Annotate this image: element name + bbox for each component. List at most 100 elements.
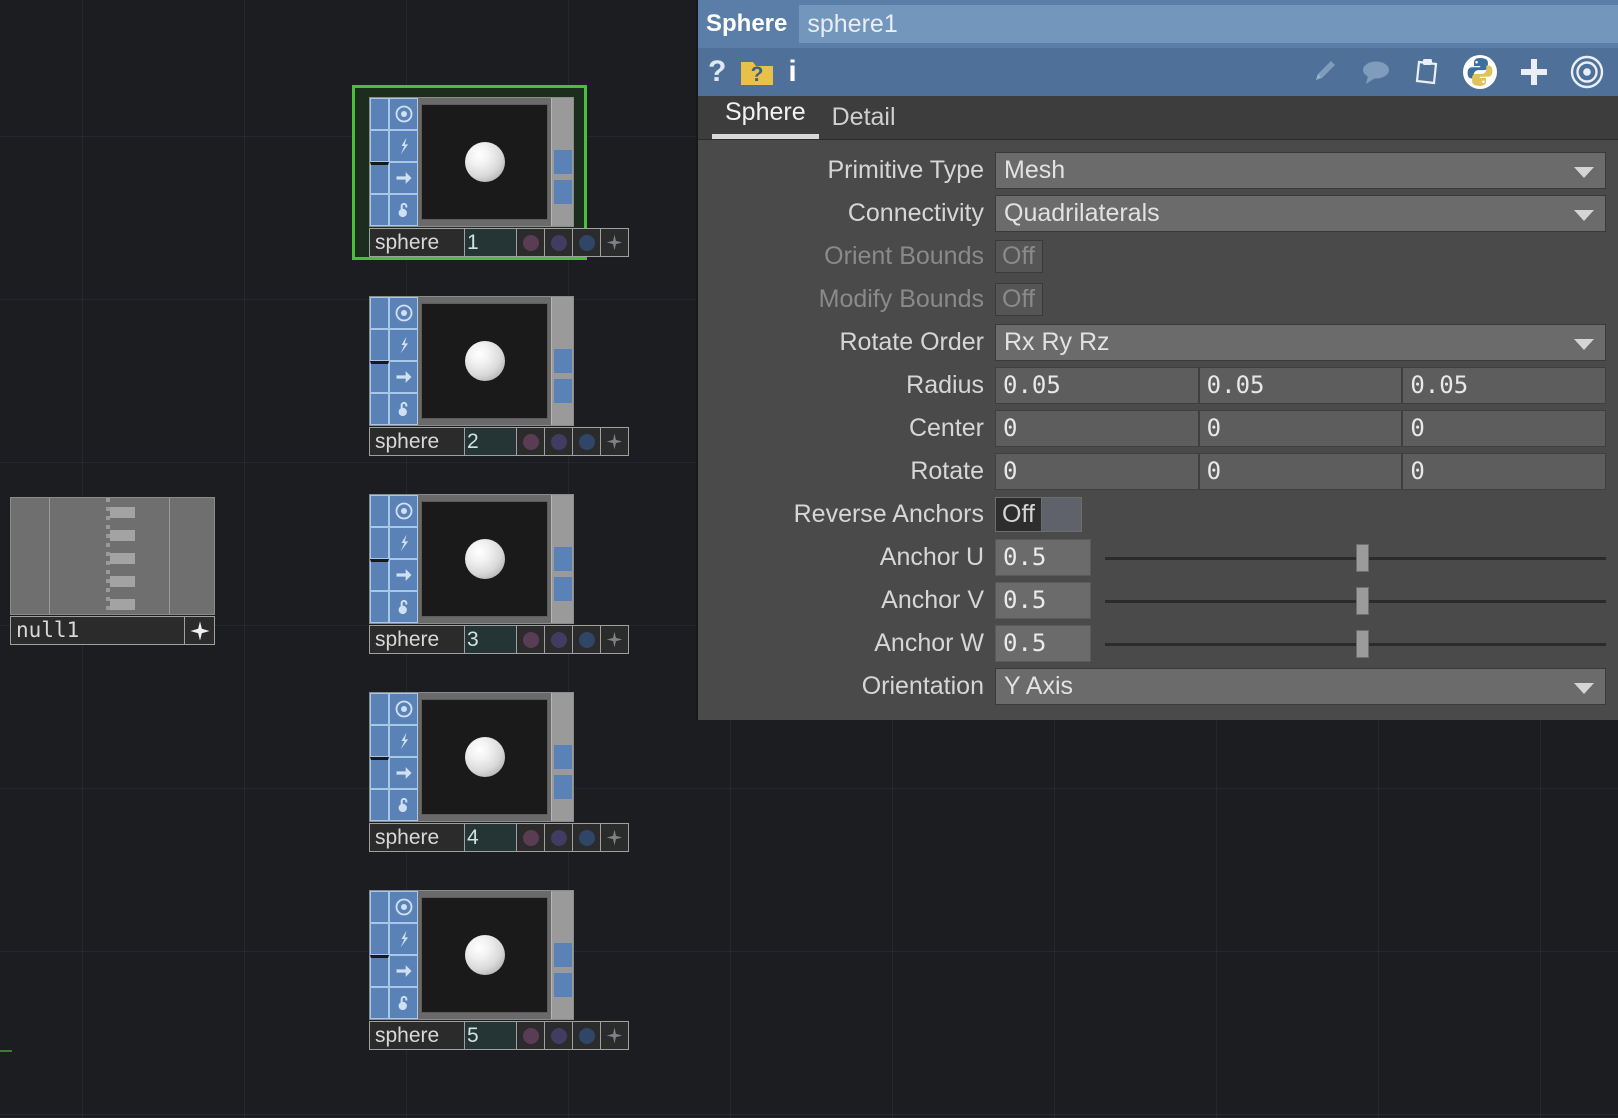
node-input-connector[interactable] (370, 757, 389, 789)
node-input-connector[interactable] (370, 987, 389, 1019)
node-sphere1[interactable]: sphere 1 (352, 85, 629, 260)
arrow-right-icon[interactable] (389, 559, 418, 591)
node-badge[interactable] (517, 625, 545, 654)
node-sphere4[interactable]: sphere 4 (369, 692, 629, 852)
node-badge[interactable] (545, 1021, 573, 1050)
lock-icon[interactable] (389, 987, 418, 1019)
node-badge[interactable] (545, 228, 573, 257)
comment-icon[interactable] (1360, 57, 1392, 87)
target-icon[interactable] (389, 297, 418, 329)
node-output-connector[interactable] (554, 577, 572, 601)
node-output-connector[interactable] (554, 943, 572, 967)
node-body[interactable] (369, 494, 574, 624)
node-input-connector[interactable] (370, 923, 389, 955)
node-sphere5[interactable]: sphere 5 (369, 890, 629, 1050)
node-badge[interactable] (517, 1021, 545, 1050)
node-badge[interactable] (573, 625, 601, 654)
node-output-connector[interactable] (554, 180, 572, 204)
node-thumbnail[interactable] (421, 501, 548, 617)
arrow-right-icon[interactable] (389, 757, 418, 789)
node-input-connector[interactable] (370, 98, 389, 130)
arrow-right-icon[interactable] (389, 955, 418, 987)
rotate-y-input[interactable]: 0 (1198, 453, 1403, 490)
help-folder-icon[interactable]: ? (740, 57, 774, 87)
sparkle-icon[interactable] (601, 625, 629, 654)
node-badge[interactable] (517, 823, 545, 852)
slider-handle[interactable] (1355, 629, 1369, 658)
node-badge[interactable] (545, 823, 573, 852)
center-y-input[interactable]: 0 (1198, 410, 1403, 447)
node-input-connector[interactable] (370, 559, 389, 591)
arrow-right-icon[interactable] (389, 361, 418, 393)
node-input-connector[interactable] (370, 591, 389, 623)
node-body[interactable] (369, 97, 574, 227)
lightning-icon[interactable] (389, 527, 418, 559)
node-name-suffix[interactable]: 4 (465, 823, 517, 852)
lightning-icon[interactable] (389, 130, 418, 162)
python-icon[interactable] (1462, 54, 1498, 90)
reverse-anchors-checkbox[interactable] (1041, 497, 1082, 532)
node-badge[interactable] (573, 823, 601, 852)
node-badge[interactable] (573, 228, 601, 257)
node-name-suffix[interactable]: 5 (465, 1021, 517, 1050)
node-body[interactable] (369, 692, 574, 822)
node-input-connector[interactable] (370, 162, 389, 194)
anchor-w-input[interactable]: 0.5 (995, 625, 1091, 662)
node-thumbnail[interactable] (421, 699, 548, 815)
node-thumbnail[interactable] (421, 897, 548, 1013)
sparkle-icon[interactable] (185, 616, 215, 645)
lock-icon[interactable] (389, 591, 418, 623)
node-input-connector[interactable] (370, 955, 389, 987)
lightning-icon[interactable] (389, 329, 418, 361)
node-badge[interactable] (517, 228, 545, 257)
node-badge[interactable] (573, 1021, 601, 1050)
node-output-connector[interactable] (554, 745, 572, 769)
node-input-connector[interactable] (370, 527, 389, 559)
node-body[interactable] (369, 296, 574, 426)
null-name-field[interactable]: null1 (10, 616, 185, 645)
node-badge[interactable] (545, 625, 573, 654)
node-name-suffix[interactable]: 3 (465, 625, 517, 654)
rotate-x-input[interactable]: 0 (995, 453, 1199, 490)
lock-icon[interactable] (389, 393, 418, 425)
lightning-icon[interactable] (389, 923, 418, 955)
node-output-connector[interactable] (554, 775, 572, 799)
node-null1[interactable]: null1 (0, 497, 215, 1052)
anchor-u-input[interactable]: 0.5 (995, 539, 1091, 576)
sparkle-icon[interactable] (601, 1021, 629, 1050)
radius-x-input[interactable]: 0.05 (995, 367, 1199, 404)
node-sphere3[interactable]: sphere 3 (369, 494, 629, 654)
node-input-connector[interactable] (370, 725, 389, 757)
node-name-suffix[interactable]: 2 (465, 427, 517, 456)
node-name-input[interactable] (799, 5, 1618, 43)
node-badge[interactable] (517, 427, 545, 456)
node-input-connector[interactable] (370, 789, 389, 821)
lightning-icon[interactable] (389, 725, 418, 757)
node-name-field[interactable]: sphere (369, 625, 465, 654)
node-name-field[interactable]: sphere (369, 427, 465, 456)
null-node-body[interactable] (10, 497, 215, 615)
connectivity-dropdown[interactable]: Quadrilaterals (995, 195, 1606, 232)
node-output-connector[interactable] (554, 379, 572, 403)
pencil-icon[interactable] (1310, 57, 1340, 87)
rotate-z-input[interactable]: 0 (1402, 453, 1607, 490)
node-thumbnail[interactable] (421, 303, 548, 419)
node-name-field[interactable]: sphere (369, 228, 465, 257)
node-input-connector[interactable] (370, 194, 389, 226)
radius-y-input[interactable]: 0.05 (1198, 367, 1403, 404)
slider-handle[interactable] (1355, 543, 1369, 572)
node-output-connector[interactable] (554, 349, 572, 373)
radius-z-input[interactable]: 0.05 (1402, 367, 1607, 404)
help-icon[interactable]: ? (708, 57, 726, 87)
center-z-input[interactable]: 0 (1402, 410, 1607, 447)
rotate-order-dropdown[interactable]: Rx Ry Rz (995, 324, 1606, 361)
node-input-connector[interactable] (370, 495, 389, 527)
node-output-connector[interactable] (554, 150, 572, 174)
node-badge[interactable] (545, 427, 573, 456)
anchor-w-slider[interactable] (1105, 625, 1606, 662)
orientation-dropdown[interactable]: Y Axis (995, 668, 1606, 705)
anchor-v-slider[interactable] (1105, 582, 1606, 619)
anchor-v-input[interactable]: 0.5 (995, 582, 1091, 619)
node-input-connector[interactable] (370, 693, 389, 725)
tab-detail[interactable]: Detail (819, 103, 909, 139)
